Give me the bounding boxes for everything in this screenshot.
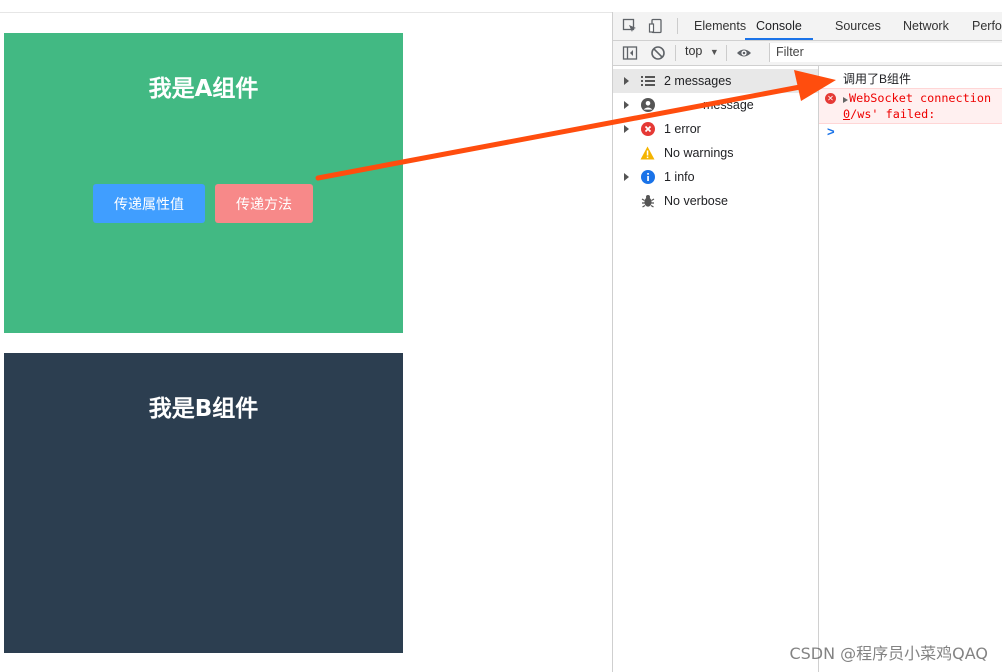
expand-arrow-icon[interactable] [843, 97, 848, 103]
toolbar-divider [726, 45, 727, 61]
context-selector[interactable]: top ▼ [685, 44, 719, 58]
sidebar-item-label: 2 messages [664, 74, 732, 88]
console-toolbar: top ▼ Filter [613, 41, 1002, 66]
sidebar-item-user-messages[interactable]: message [613, 93, 818, 117]
tab-elements[interactable]: Elements [694, 12, 746, 40]
user-icon [640, 97, 655, 112]
sidebar-item-label: message [703, 98, 754, 112]
sidebar-toggle-icon[interactable] [620, 43, 640, 63]
sidebar-item-warnings[interactable]: No warnings [613, 141, 818, 165]
sidebar-item-errors[interactable]: 1 error [613, 117, 818, 141]
tab-performance[interactable]: Perfor [972, 12, 1002, 40]
sidebar-item-label: 1 error [664, 122, 701, 136]
console-log-message[interactable]: 调用了B组件 [819, 66, 1002, 89]
tab-network[interactable]: Network [903, 12, 949, 40]
toolbar-divider [675, 45, 676, 61]
chevron-down-icon: ▼ [709, 47, 719, 57]
component-b-title: 我是B组件 [148, 396, 259, 422]
devtools-panel: Elements Console Sources Network Perfor … [612, 12, 1002, 672]
context-label: top [685, 44, 703, 58]
console-sidebar: 2 messages message 1 error No warnings 1… [613, 66, 819, 672]
filter-input[interactable]: Filter [769, 43, 1002, 62]
devtools-tab-bar: Elements Console Sources Network Perfor [613, 12, 1002, 41]
warning-icon [640, 145, 655, 160]
live-expression-eye-icon[interactable] [734, 43, 754, 63]
expand-arrow-icon [624, 77, 629, 85]
sidebar-item-label: No warnings [664, 146, 734, 160]
console-prompt-icon[interactable]: > [827, 124, 835, 139]
error-text-line2: 0/ws' failed: [843, 107, 935, 121]
error-text-line1: WebSocket connection [849, 91, 992, 105]
component-a-title: 我是A组件 [148, 76, 259, 102]
sidebar-item-info[interactable]: 1 info [613, 165, 818, 189]
component-b: 我是B组件 [4, 353, 403, 653]
tab-divider [677, 18, 678, 34]
watermark: CSDN @程序员小菜鸡QAQ [789, 644, 988, 663]
expand-arrow-icon [624, 125, 629, 133]
sidebar-item-messages[interactable]: 2 messages [613, 69, 818, 93]
pass-prop-button[interactable]: 传递属性值 [93, 184, 205, 223]
expand-arrow-icon [624, 173, 629, 181]
error-icon: ✕ [825, 93, 836, 104]
console-error-message[interactable]: ✕ WebSocket connection 0/ws' failed: [819, 88, 1002, 124]
list-icon [640, 73, 655, 88]
device-toolbar-icon[interactable] [646, 16, 666, 36]
expand-arrow-icon [624, 101, 629, 109]
error-text-rest: /ws' failed: [850, 107, 936, 121]
component-a: 我是A组件 传递属性值 传递方法 [4, 33, 403, 333]
pass-method-button[interactable]: 传递方法 [215, 184, 313, 223]
clear-console-icon[interactable] [648, 43, 668, 63]
inspect-element-icon[interactable] [620, 16, 640, 36]
error-icon [640, 121, 655, 136]
tab-console[interactable]: Console [745, 12, 813, 40]
page-top-border [0, 12, 612, 13]
info-icon [640, 169, 655, 184]
console-output: 调用了B组件 ✕ WebSocket connection 0/ws' fail… [819, 66, 1002, 672]
sidebar-item-label: No verbose [664, 194, 728, 208]
sidebar-item-label: 1 info [664, 170, 695, 184]
tab-sources[interactable]: Sources [835, 12, 881, 40]
bug-icon [640, 193, 655, 208]
sidebar-item-verbose[interactable]: No verbose [613, 189, 818, 213]
log-text: 调用了B组件 [843, 72, 912, 86]
